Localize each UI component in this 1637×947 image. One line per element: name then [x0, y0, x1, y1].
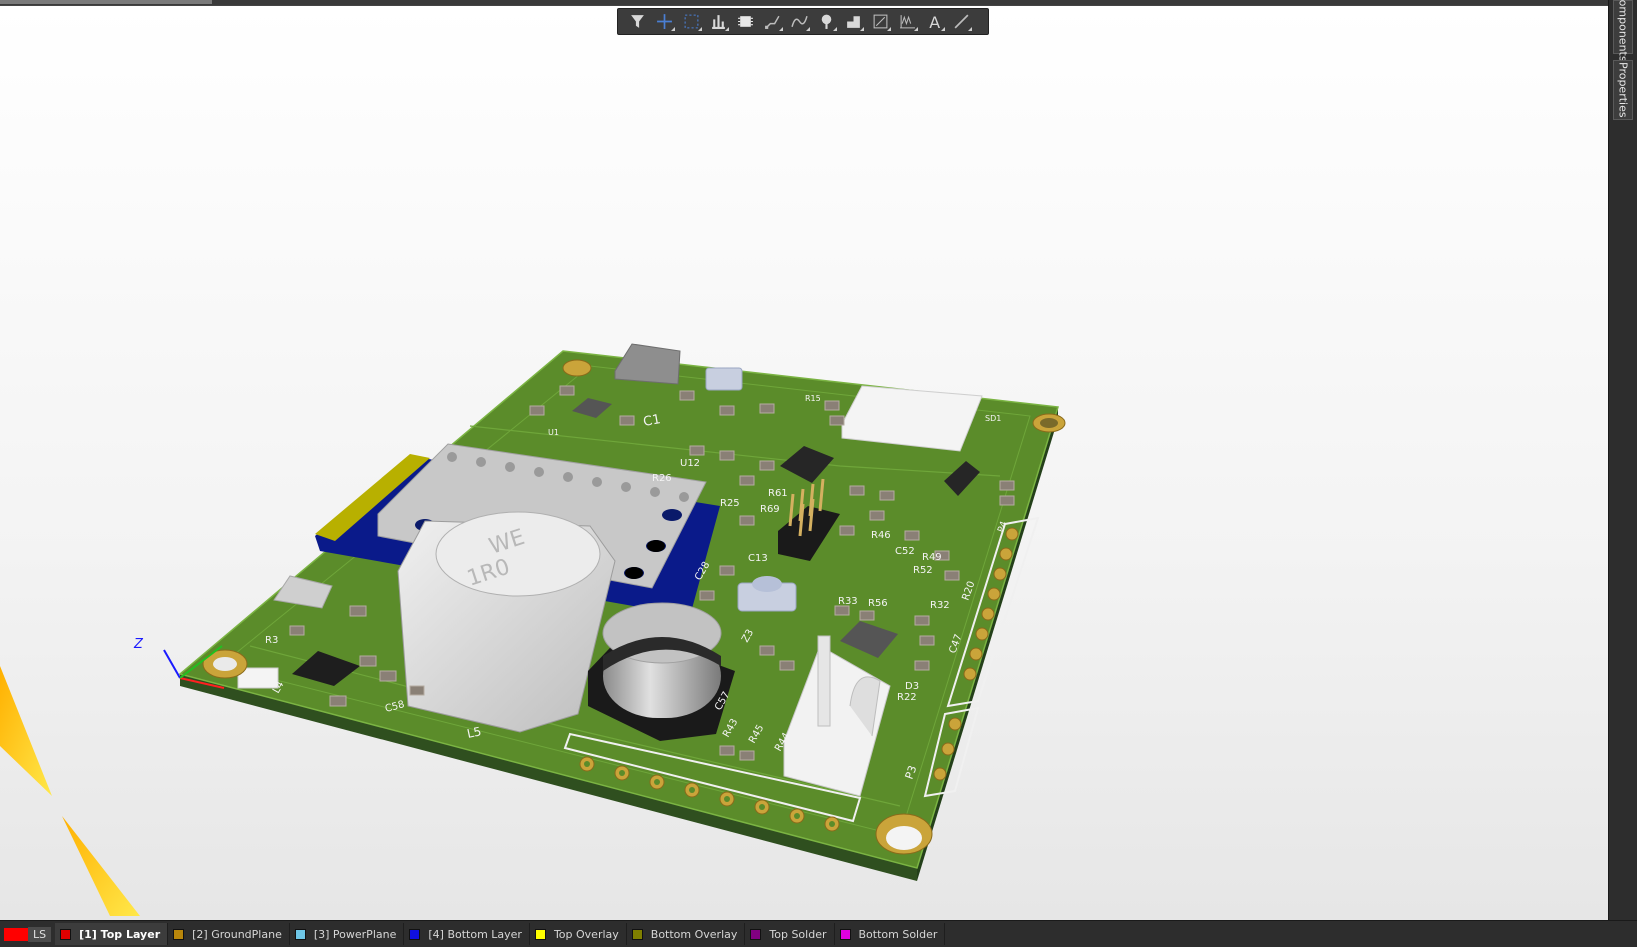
silk-r25: R25	[720, 498, 740, 509]
active-bar-toolbar: A	[617, 8, 989, 35]
silk-sd1: SD1	[985, 414, 1001, 423]
silk-r32: R32	[930, 600, 950, 611]
current-layer-swatch[interactable]	[4, 927, 28, 941]
via-button[interactable]	[813, 9, 840, 34]
layer-color-swatch	[534, 928, 546, 940]
3d-viewport[interactable]: WE 1R0 L5 C1 SD1 C58 L4 P3 P4 R43 R45 R4…	[0, 5, 1608, 921]
layer-color-swatch	[60, 928, 72, 940]
layer-tab-powerplane[interactable]: [3] PowerPlane	[290, 923, 405, 945]
layer-color-swatch	[631, 928, 643, 940]
layer-tab-top-layer[interactable]: [1] Top Layer	[55, 923, 169, 945]
layer-tab-groundplane[interactable]: [2] GroundPlane	[168, 923, 290, 945]
layer-tabs-bar: LS [1] Top Layer [2] GroundPlane [3] Pow…	[0, 920, 1637, 947]
svg-text:A: A	[929, 13, 940, 30]
tactile-button-2	[705, 367, 743, 391]
silk-r69: R69	[760, 504, 780, 515]
glow-shape-2	[62, 816, 140, 916]
silk-r49: R49	[922, 552, 942, 563]
layer-color-swatch	[294, 928, 306, 940]
tab-properties[interactable]: Properties	[1613, 60, 1633, 120]
text-button[interactable]: A	[921, 9, 948, 34]
layer-set-button[interactable]: LS	[28, 926, 52, 942]
layer-label: [4] Bottom Layer	[428, 927, 522, 941]
layer-color-swatch	[173, 928, 185, 940]
silk-r52: R52	[913, 565, 933, 576]
layer-label: Bottom Overlay	[650, 927, 738, 941]
glow-shape-1	[0, 666, 52, 796]
silk-r26: R26	[652, 473, 672, 484]
tab-components[interactable]: Components	[1613, 0, 1633, 62]
mounting-hole-4	[562, 359, 592, 377]
silk-r3: R3	[265, 635, 278, 646]
line-button[interactable]	[948, 9, 975, 34]
crosshair-button[interactable]	[651, 9, 678, 34]
axis-z-label: Z	[133, 637, 144, 652]
component-button[interactable]	[732, 9, 759, 34]
silk-r33: R33	[838, 596, 858, 607]
layer-label: Top Overlay	[553, 927, 619, 941]
layer-color-swatch	[409, 928, 421, 940]
route-button[interactable]	[759, 9, 786, 34]
layer-label: Bottom Solder	[858, 927, 938, 941]
polygon-button[interactable]	[840, 9, 867, 34]
silk-u1: U1	[548, 428, 559, 437]
filter-button[interactable]	[624, 9, 651, 34]
silk-c13: C13	[748, 553, 768, 564]
layer-label: [1] Top Layer	[79, 927, 161, 941]
layer-label: Top Solder	[769, 927, 827, 941]
silk-r15: R15	[805, 394, 821, 403]
silk-c1: C1	[642, 412, 662, 430]
silk-r61: R61	[768, 488, 788, 499]
layer-label: [2] GroundPlane	[192, 927, 282, 941]
layer-tab-bottom-overlay[interactable]: Bottom Overlay	[627, 923, 746, 945]
layer-label: [3] PowerPlane	[313, 927, 397, 941]
layer-tab-top-overlay[interactable]: Top Overlay	[530, 923, 627, 945]
chip-icon	[738, 16, 753, 27]
select-rect-button[interactable]	[678, 9, 705, 34]
pcb-3d-render: WE 1R0 L5 C1 SD1 C58 L4 P3 P4 R43 R45 R4…	[0, 343, 1066, 916]
waveform-button[interactable]	[894, 9, 921, 34]
filter-icon	[631, 15, 644, 28]
align-button[interactable]	[705, 9, 732, 34]
layer-color-swatch	[839, 928, 851, 940]
silk-r56: R56	[868, 598, 888, 609]
layer-tab-top-solder[interactable]: Top Solder	[745, 923, 835, 945]
silk-r46: R46	[871, 530, 891, 541]
right-panel-dock: Components Properties	[1608, 0, 1637, 920]
silk-l5: L5	[466, 724, 483, 741]
silk-u12: U12	[680, 458, 700, 469]
silk-r22: R22	[897, 692, 917, 703]
document-tab[interactable]	[0, 0, 212, 4]
layer-tab-bottom-layer[interactable]: [4] Bottom Layer	[404, 923, 530, 945]
silk-c52: C52	[895, 546, 915, 557]
layer-color-swatch	[750, 928, 762, 940]
layer-tab-bottom-solder[interactable]: Bottom Solder	[835, 923, 946, 945]
usb-connector	[614, 343, 681, 385]
diff-pair-button[interactable]	[786, 9, 813, 34]
silk-d3: D3	[905, 681, 919, 692]
dimension-button[interactable]	[867, 9, 894, 34]
